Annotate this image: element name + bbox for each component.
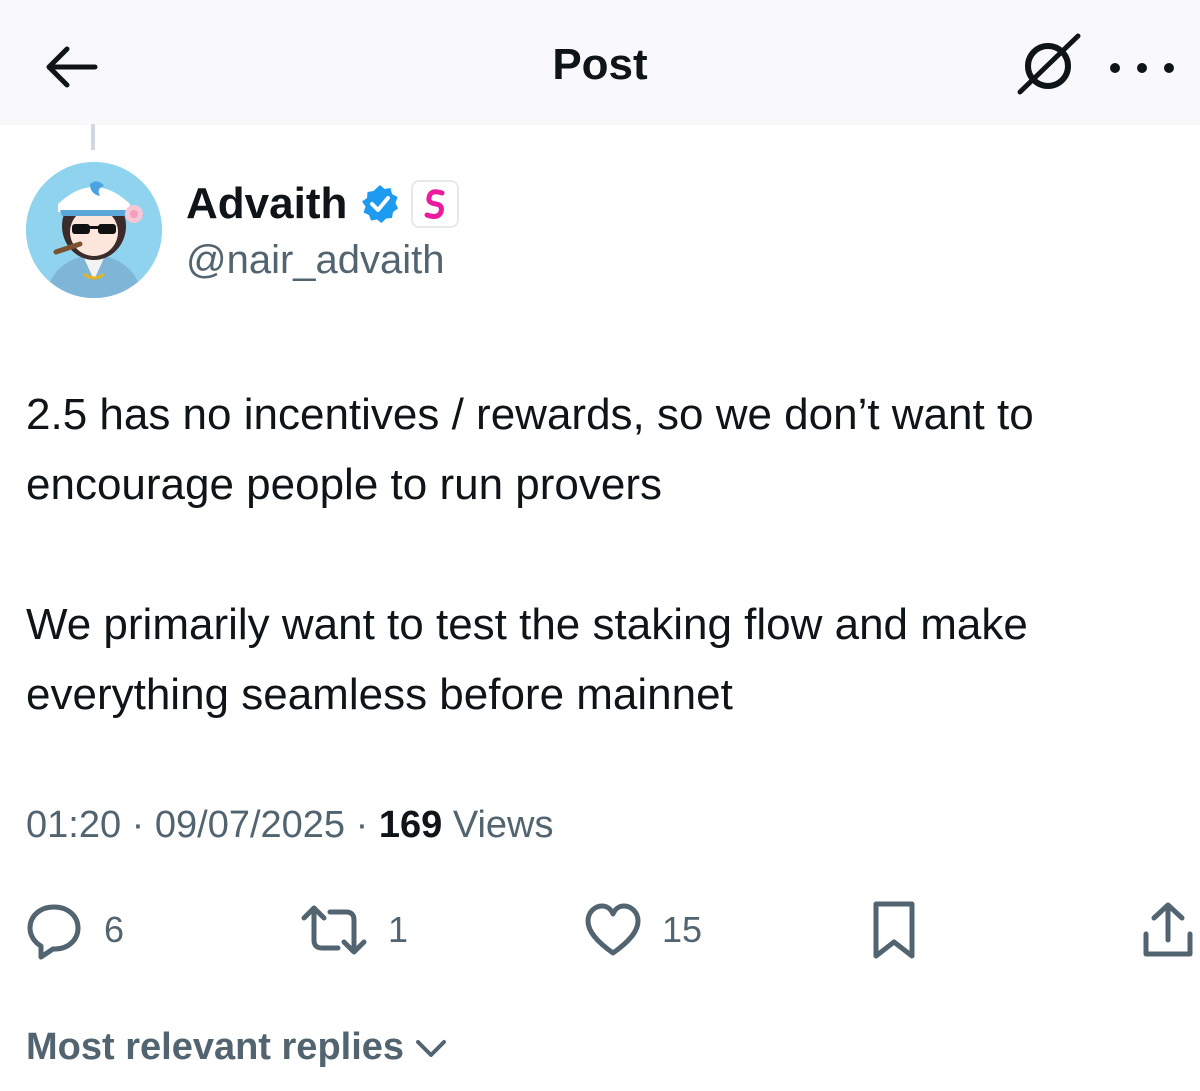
author-name[interactable]: Advaith [186, 178, 347, 230]
like-count: 15 [662, 909, 703, 950]
author-handle[interactable]: @nair_advaith [186, 236, 445, 284]
post-paragraph: We primarily want to test the staking fl… [26, 600, 1028, 719]
post-body: 2.5 has no incentives / rewards, so we d… [26, 380, 1186, 730]
reply-button[interactable]: 6 [24, 890, 124, 970]
post-meta: 01:20 · 09/07/2025 · 169 Views [26, 804, 554, 846]
reply-icon [27, 904, 81, 960]
repost-count: 1 [388, 909, 409, 950]
views-label: Views [452, 804, 554, 846]
chevron-down-icon [416, 1040, 447, 1057]
top-bar: Post [0, 0, 1200, 125]
post-time[interactable]: 01:20 [26, 804, 121, 846]
more-dots-icon [1110, 63, 1120, 73]
author-row: Advaith [186, 176, 460, 232]
replies-sort-label: Most relevant replies [26, 1026, 405, 1068]
bookmark-button[interactable] [868, 890, 920, 970]
replies-sort-dropdown[interactable]: Most relevant replies [26, 1022, 450, 1072]
like-icon [585, 903, 641, 956]
repost-button[interactable]: 1 [298, 890, 408, 970]
repost-icon [301, 905, 367, 955]
action-bar: 6 1 15 [0, 890, 1200, 970]
grok-button[interactable] [1012, 30, 1088, 100]
more-options-button[interactable] [1110, 48, 1174, 88]
avatar[interactable] [26, 162, 162, 298]
affiliate-badge-icon[interactable] [411, 180, 460, 228]
verified-badge-icon [362, 185, 399, 223]
grok-icon [1017, 33, 1081, 95]
share-icon [1143, 902, 1193, 957]
avatar-illustration [26, 162, 162, 298]
thread-connector [91, 124, 95, 150]
post-paragraph: 2.5 has no incentives / rewards, so we d… [26, 390, 1034, 509]
share-button[interactable] [1140, 890, 1196, 970]
views-count: 169 [378, 804, 443, 846]
like-button[interactable]: 15 [582, 890, 702, 970]
post-date[interactable]: 09/07/2025 [155, 804, 345, 846]
bookmark-icon [873, 901, 915, 959]
reply-count: 6 [104, 909, 125, 950]
